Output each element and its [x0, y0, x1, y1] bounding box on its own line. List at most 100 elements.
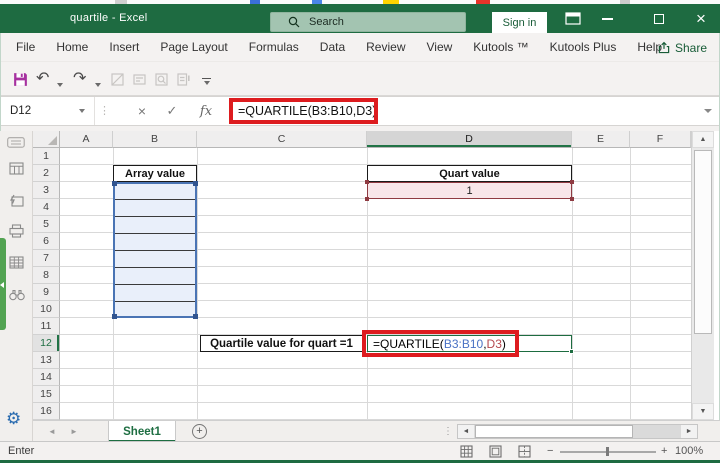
properties-button[interactable] [176, 70, 191, 88]
row-header-14[interactable]: 14 [33, 369, 60, 386]
scroll-down-button[interactable]: ▼ [692, 403, 714, 420]
scroll-right-button[interactable]: ► [681, 425, 697, 438]
range-handle[interactable] [570, 197, 574, 201]
column-header-C[interactable]: C [197, 131, 367, 148]
range-handle[interactable] [112, 181, 117, 186]
scroll-up-button[interactable]: ▲ [692, 131, 714, 148]
sheet-tab-sheet1[interactable]: Sheet1 [108, 421, 176, 442]
enter-button[interactable]: ✓ [160, 97, 184, 125]
row-header-2[interactable]: 2 [33, 165, 60, 182]
page-break-view-icon[interactable] [518, 445, 531, 458]
tab-review[interactable]: Review [366, 40, 405, 54]
new-sheet-button[interactable]: + [192, 424, 207, 439]
close-button[interactable]: × [688, 4, 714, 33]
horizontal-scrollbar-thumb[interactable] [475, 425, 633, 438]
range-handle[interactable] [112, 314, 117, 319]
tab-file[interactable]: File [16, 40, 35, 54]
column-header-D[interactable]: D [367, 131, 572, 148]
insert-function-button[interactable]: fx [193, 97, 219, 125]
range-B3-B10-highlight[interactable] [113, 182, 197, 318]
vertical-scrollbar[interactable]: ▲ ▼ [691, 131, 714, 420]
tab-home[interactable]: Home [56, 40, 88, 54]
search-box[interactable]: Search [270, 12, 466, 32]
fill-handle[interactable] [569, 349, 574, 354]
tab-kutools-plus[interactable]: Kutools Plus [550, 40, 617, 54]
tab-formulas[interactable]: Formulas [249, 40, 299, 54]
sign-in-button[interactable]: Sign in [492, 12, 547, 33]
share-button[interactable]: Share [658, 33, 707, 62]
pane-menu-icon[interactable] [7, 137, 25, 148]
row-header-9[interactable]: 9 [33, 284, 60, 301]
row-header-4[interactable]: 4 [33, 199, 60, 216]
tab-view[interactable]: View [427, 40, 453, 54]
row-header-7[interactable]: 7 [33, 250, 60, 267]
range-handle[interactable] [193, 314, 198, 319]
scroll-left-button[interactable]: ◄ [458, 425, 474, 438]
cancel-button[interactable]: × [130, 97, 154, 125]
row-header-5[interactable]: 5 [33, 216, 60, 233]
tab-data[interactable]: Data [320, 40, 345, 54]
column-list-icon[interactable] [9, 256, 24, 269]
zoom-out-button[interactable]: − [547, 442, 553, 460]
sheet-tab-bar: ◄ ► Sheet1 + ⋮ ◄ ► [0, 420, 720, 441]
tab-page-layout[interactable]: Page Layout [160, 40, 227, 54]
sheet-nav-right[interactable]: ► [70, 421, 78, 442]
ribbon-display-options-button[interactable] [560, 4, 586, 33]
name-box[interactable]: D12 [0, 97, 95, 125]
undo-dropdown[interactable] [57, 76, 63, 94]
design-mode-button[interactable] [110, 70, 125, 88]
column-header-E[interactable]: E [572, 131, 630, 148]
chevron-down-icon [57, 83, 63, 87]
cell-B2[interactable]: Array value [113, 165, 197, 182]
row-header-3[interactable]: 3 [33, 182, 60, 199]
binoculars-icon[interactable] [9, 288, 25, 301]
column-header-B[interactable]: B [113, 131, 197, 148]
range-handle[interactable] [570, 180, 574, 184]
workbook-pane-icon[interactable] [9, 162, 24, 175]
expand-formula-bar-icon[interactable] [704, 109, 712, 113]
column-header-A[interactable]: A [60, 131, 113, 148]
customize-qat-button[interactable] [202, 72, 211, 90]
row-header-11[interactable]: 11 [33, 318, 60, 335]
sheet-nav-left[interactable]: ◄ [48, 421, 56, 442]
save-button[interactable] [12, 70, 29, 88]
vertical-scrollbar-thumb[interactable] [694, 150, 712, 334]
tab-kutools[interactable]: Kutools ™ [473, 40, 528, 54]
cell-C12[interactable]: Quartile value for quart =1 [200, 335, 363, 352]
horizontal-scrollbar[interactable]: ◄ ► [457, 424, 698, 439]
select-all-corner[interactable] [33, 131, 60, 148]
tab-splitter[interactable]: ⋮ [443, 421, 453, 442]
row-header-16[interactable]: 16 [33, 403, 60, 420]
zoom-in-button[interactable]: + [661, 442, 667, 460]
formula-bar-splitter[interactable]: ⋮ [99, 97, 110, 125]
row-header-1[interactable]: 1 [33, 148, 60, 165]
range-handle[interactable] [365, 197, 369, 201]
row-header-6[interactable]: 6 [33, 233, 60, 250]
cell-D3-highlight[interactable]: 1 [367, 182, 572, 199]
range-handle[interactable] [193, 181, 198, 186]
resize-pane-icon[interactable] [9, 194, 24, 207]
row-header-12[interactable]: 12 [33, 335, 60, 352]
redo-dropdown[interactable] [95, 76, 101, 94]
redo-button[interactable]: ↷ [73, 70, 86, 88]
cell-D2[interactable]: Quart value [367, 165, 572, 182]
undo-button[interactable]: ↶ [36, 70, 49, 88]
row-header-10[interactable]: 10 [33, 301, 60, 318]
normal-view-icon[interactable] [460, 445, 473, 458]
range-handle[interactable] [365, 180, 369, 184]
row-header-15[interactable]: 15 [33, 386, 60, 403]
column-header-F[interactable]: F [630, 131, 691, 148]
page-layout-view-icon[interactable] [489, 445, 502, 458]
tab-insert[interactable]: Insert [109, 40, 139, 54]
minimize-button[interactable] [594, 4, 620, 33]
dialog-tool-button[interactable] [132, 70, 147, 88]
print-preview-button[interactable] [154, 70, 169, 88]
row-header-8[interactable]: 8 [33, 267, 60, 284]
kutools-pane-handle[interactable] [0, 238, 6, 330]
gear-icon[interactable]: ⚙ [6, 409, 21, 429]
row-header-13[interactable]: 13 [33, 352, 60, 369]
printer-icon[interactable] [9, 224, 24, 238]
zoom-level[interactable]: 100% [675, 442, 703, 460]
zoom-slider-thumb[interactable] [606, 447, 609, 456]
restore-button[interactable] [646, 4, 672, 33]
